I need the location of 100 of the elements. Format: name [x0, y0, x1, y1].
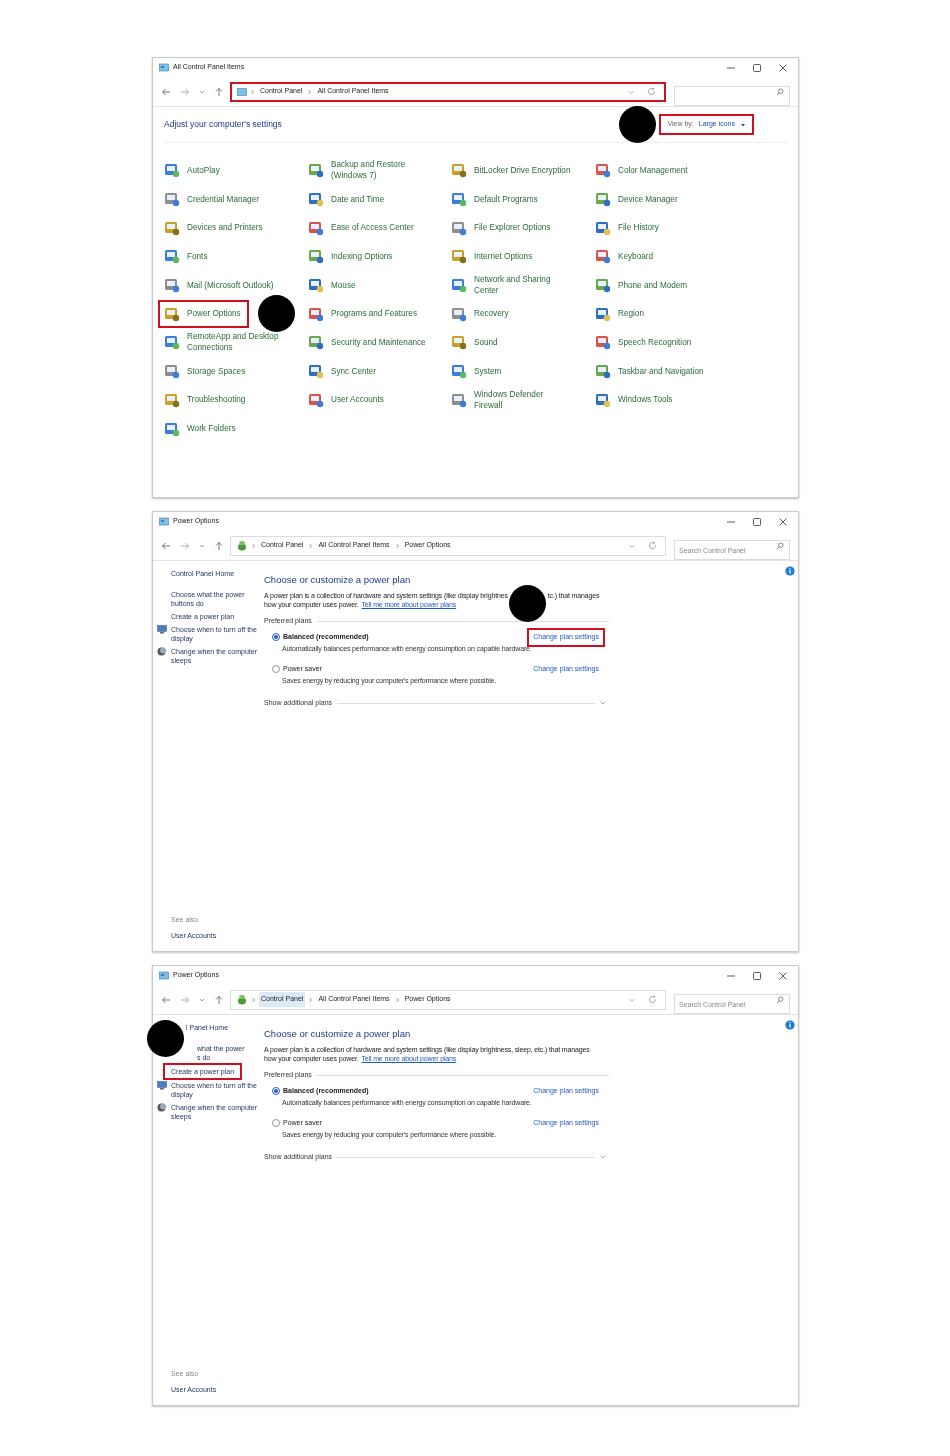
maximize-icon[interactable]	[752, 516, 762, 527]
control-panel-item[interactable]: Taskbar and Navigation	[589, 357, 712, 386]
control-panel-item[interactable]: Windows Tools	[589, 385, 681, 414]
chevron-icon	[307, 87, 313, 96]
close-icon[interactable]	[778, 516, 788, 527]
app-icon	[159, 517, 169, 526]
control-panel-item[interactable]: Color Management	[589, 156, 696, 185]
control-panel-item[interactable]: Programs and Features	[302, 299, 425, 328]
applet-icon	[595, 277, 611, 294]
chevron-icon	[394, 541, 400, 550]
back-arrow-icon[interactable]	[161, 994, 171, 1005]
control-panel-item[interactable]: Mouse	[302, 271, 364, 300]
applet-icon	[164, 162, 180, 179]
chevron-icon	[308, 995, 314, 1004]
maximize-icon[interactable]	[752, 62, 762, 73]
applet-icon	[164, 334, 180, 351]
caret-icon	[740, 121, 746, 128]
control-panel-icon	[237, 87, 247, 96]
control-panel-item[interactable]: Speech Recognition	[589, 328, 700, 357]
expand-chevron-icon[interactable]	[599, 700, 607, 706]
applet-icon	[451, 162, 467, 179]
applet-icon	[451, 363, 467, 380]
up-arrow-icon[interactable]	[214, 540, 224, 551]
control-panel-item[interactable]: Keyboard	[589, 242, 662, 271]
applet-icon	[451, 277, 467, 294]
chevron-icon	[308, 541, 314, 550]
control-panel-item[interactable]: Backup and Restore (Windows 7)	[302, 153, 414, 188]
control-panel-item[interactable]: Sound	[445, 328, 506, 357]
control-panel-item[interactable]: Internet Options	[445, 242, 541, 271]
control-panel-item[interactable]: Date and Time	[302, 185, 393, 214]
monitor-icon	[157, 625, 167, 634]
search-icon[interactable]	[776, 995, 784, 1004]
applet-icon	[308, 305, 324, 322]
control-panel-item[interactable]: Sync Center	[302, 357, 385, 386]
expand-chevron-icon[interactable]	[599, 1154, 607, 1160]
forward-arrow-icon[interactable]	[180, 86, 190, 97]
control-panel-item[interactable]: Indexing Options	[302, 242, 401, 271]
control-panel-item[interactable]: Phone and Modem	[589, 271, 696, 300]
applet-icon	[595, 219, 611, 236]
maximize-icon[interactable]	[752, 970, 762, 981]
control-panel-item[interactable]: Mail (Microsoft Outlook)	[158, 271, 282, 300]
applet-icon	[164, 363, 180, 380]
refresh-icon[interactable]	[648, 995, 657, 1004]
control-panel-item[interactable]: Region	[589, 299, 652, 328]
applet-icon	[308, 334, 324, 351]
up-arrow-icon[interactable]	[214, 86, 224, 97]
applet-icon	[164, 305, 180, 322]
app-icon	[159, 63, 169, 72]
control-panel-item[interactable]: Work Folders	[158, 414, 244, 443]
close-icon[interactable]	[778, 62, 788, 73]
control-panel-item[interactable]: Fonts	[158, 242, 216, 271]
control-panel-item[interactable]: File History	[589, 213, 667, 242]
forward-arrow-icon[interactable]	[180, 540, 190, 551]
control-panel-item[interactable]: AutoPlay	[158, 156, 228, 185]
monitor-icon	[157, 1081, 167, 1090]
applet-icon	[451, 305, 467, 322]
back-arrow-icon[interactable]	[161, 540, 171, 551]
control-panel-item[interactable]: Security and Maintenance	[302, 328, 434, 357]
control-panel-item[interactable]: Devices and Printers	[158, 213, 271, 242]
applet-icon	[308, 277, 324, 294]
search-icon[interactable]	[776, 87, 784, 96]
search-field[interactable]	[674, 86, 790, 106]
radio-button[interactable]	[272, 633, 280, 642]
applet-icon	[595, 162, 611, 179]
applet-icon	[308, 248, 324, 265]
radio-button[interactable]	[272, 665, 280, 674]
chevron-icon	[251, 995, 256, 1004]
up-arrow-icon[interactable]	[214, 994, 224, 1005]
applet-icon	[308, 391, 324, 408]
forward-arrow-icon[interactable]	[180, 994, 190, 1005]
control-panel-item[interactable]: Power Options	[158, 299, 249, 328]
search-icon[interactable]	[776, 541, 784, 550]
power-options-icon	[236, 540, 248, 551]
control-panel-item[interactable]: Default Programs	[445, 185, 546, 214]
control-panel-item[interactable]: Troubleshooting	[158, 385, 254, 414]
back-arrow-icon[interactable]	[161, 86, 171, 97]
control-panel-item[interactable]: Credential Manager	[158, 185, 267, 214]
close-icon[interactable]	[778, 970, 788, 981]
control-panel-item[interactable]: Storage Spaces	[158, 357, 254, 386]
radio-button[interactable]	[272, 1087, 280, 1096]
applet-icon	[164, 219, 180, 236]
applet-icon	[595, 334, 611, 351]
refresh-icon[interactable]	[648, 541, 657, 550]
radio-button[interactable]	[272, 1119, 280, 1128]
applet-icon	[595, 191, 611, 208]
control-panel-item[interactable]: BitLocker Drive Encryption	[445, 156, 579, 185]
control-panel-item[interactable]: RemoteApp and Desktop Connections	[158, 325, 287, 360]
control-panel-item[interactable]: Device Manager	[589, 185, 686, 214]
refresh-icon[interactable]	[647, 87, 656, 96]
applet-icon	[595, 391, 611, 408]
chevron-icon	[251, 541, 256, 550]
help-icon[interactable]	[785, 566, 795, 576]
applet-icon	[308, 219, 324, 236]
control-panel-item[interactable]: File Explorer Options	[445, 213, 559, 242]
control-panel-item[interactable]: Ease of Access Center	[302, 213, 422, 242]
applet-icon	[595, 363, 611, 380]
help-icon[interactable]	[785, 1020, 795, 1030]
control-panel-item[interactable]: User Accounts	[302, 385, 392, 414]
applet-icon	[308, 363, 324, 380]
applet-icon	[451, 391, 467, 408]
